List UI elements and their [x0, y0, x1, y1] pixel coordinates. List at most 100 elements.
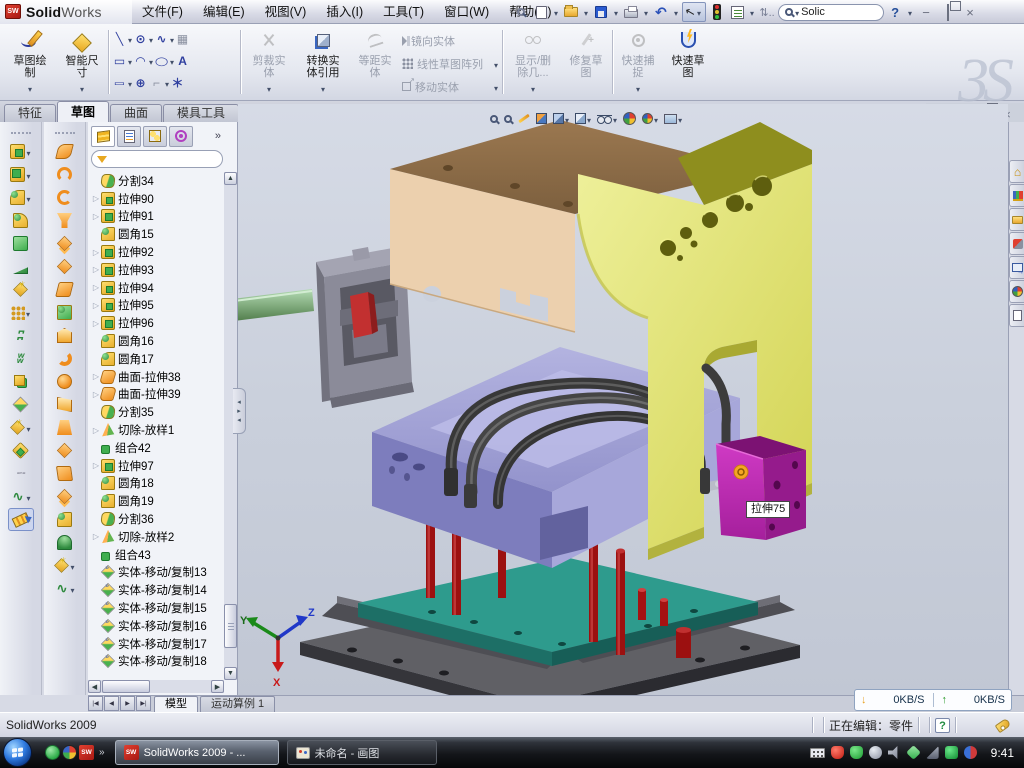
dropdown-caret-icon[interactable]: [165, 76, 169, 90]
options-button[interactable]: [728, 2, 746, 22]
tree-item[interactable]: 实体-移动/复制17: [88, 635, 224, 653]
smart-dimension-button[interactable]: 智能尺 寸: [58, 27, 106, 97]
help-button[interactable]: ?: [886, 2, 904, 22]
spline-tool-icon[interactable]: ∿: [154, 32, 169, 47]
panel-overflow-chevron-icon[interactable]: »: [215, 130, 221, 142]
magic-wand-button[interactable]: [518, 110, 530, 127]
quicklaunch-overflow-chevron-icon[interactable]: »: [99, 747, 105, 758]
tree-item[interactable]: 组合43: [88, 546, 224, 564]
move-copy-bodies-button[interactable]: [8, 393, 34, 416]
dropdown-caret-icon[interactable]: [149, 32, 153, 46]
tree-item[interactable]: 圆角18: [88, 475, 224, 493]
zoom-fit-button[interactable]: [490, 110, 498, 127]
search-gear-icon[interactable]: [869, 746, 882, 759]
dropdown-caret-icon[interactable]: [170, 54, 174, 68]
tree-item[interactable]: 实体-移动/复制13: [88, 564, 224, 582]
dome-button[interactable]: [52, 531, 78, 554]
tree-item[interactable]: 组合42: [88, 439, 224, 457]
tree-item[interactable]: ▷拉伸95: [88, 297, 224, 315]
trim-surface-button[interactable]: [52, 439, 78, 462]
tree-item[interactable]: ▷拉伸90: [88, 190, 224, 208]
model-tab[interactable]: 模型: [154, 696, 198, 712]
expand-arrow-icon[interactable]: ▷: [91, 194, 101, 203]
dropdown-caret-icon[interactable]: [906, 5, 914, 19]
chamfer-button[interactable]: [8, 255, 34, 278]
dropdown-caret-icon[interactable]: [748, 5, 756, 19]
expand-arrow-icon[interactable]: ▷: [91, 426, 101, 435]
edit-appearance-button[interactable]: [623, 110, 636, 127]
tree-item[interactable]: 实体-移动/复制14: [88, 581, 224, 599]
extruded-boss-button[interactable]: [8, 140, 34, 163]
replace-face-button[interactable]: [52, 416, 78, 439]
menu-edit[interactable]: 编辑(E): [193, 0, 255, 24]
tree-item[interactable]: 分割34: [88, 172, 224, 190]
tree-item[interactable]: 实体-移动/复制16: [88, 617, 224, 635]
prev-tab-button[interactable]: ◀: [104, 696, 119, 711]
arc-tool-icon[interactable]: ◠: [133, 54, 148, 69]
tab-features[interactable]: 特征: [4, 104, 56, 122]
tag-icon[interactable]: [995, 717, 1012, 732]
print-button[interactable]: [622, 2, 640, 22]
next-tab-button[interactable]: ▶: [120, 696, 135, 711]
spline-tools-button[interactable]: ∿: [52, 577, 78, 600]
expand-arrow-icon[interactable]: ▷: [91, 461, 101, 470]
tree-item[interactable]: 实体-移动/复制15: [88, 599, 224, 617]
view-settings-button[interactable]: [664, 110, 682, 127]
toolbar-grip[interactable]: [55, 132, 75, 136]
file-explorer-tab[interactable]: [1009, 208, 1024, 231]
scrollbar-thumb[interactable]: [102, 680, 150, 693]
expand-arrow-icon[interactable]: ▷: [91, 319, 101, 328]
linear-pattern-button[interactable]: [8, 301, 34, 324]
rapid-sketch-button[interactable]: 快速草 图: [664, 27, 712, 97]
quicklaunch-solidworks-icon[interactable]: SW: [78, 744, 95, 761]
extend-surface-button[interactable]: [52, 301, 78, 324]
swept-surface-button[interactable]: [52, 140, 78, 163]
circle-tool-icon[interactable]: ⊙: [133, 32, 148, 47]
ellipse-tool-icon[interactable]: ◯: [154, 56, 169, 67]
sketch-picture-icon[interactable]: ▦: [175, 32, 190, 47]
revolved-surface-button[interactable]: [52, 163, 78, 186]
text-tool-icon[interactable]: A: [175, 54, 190, 69]
tree-item[interactable]: ▷曲面-拉伸39: [88, 386, 224, 404]
network-speed-widget[interactable]: ↓ 0KB/S ↑ 0KB/S: [854, 689, 1012, 711]
untrim-surface-button[interactable]: [52, 370, 78, 393]
scroll-up-icon[interactable]: ▲: [224, 172, 237, 185]
network-warning-icon[interactable]: [926, 746, 939, 759]
dropdown-caret-icon[interactable]: [612, 5, 620, 19]
menu-tools[interactable]: 工具(T): [373, 0, 434, 24]
quicklaunch-messenger-icon[interactable]: [44, 744, 61, 761]
rebuild-button[interactable]: [708, 2, 726, 22]
hide-show-items-button[interactable]: [597, 110, 617, 127]
tree-item[interactable]: ▷拉伸97: [88, 457, 224, 475]
sketch-button[interactable]: 草图绘 制: [4, 27, 56, 97]
dropdown-caret-icon[interactable]: [28, 81, 32, 95]
dropdown-caret-icon[interactable]: [678, 112, 682, 126]
open-button[interactable]: [562, 2, 580, 22]
reference-point-button[interactable]: [8, 416, 34, 439]
toolbar-grip[interactable]: [11, 132, 31, 136]
quick-tips-help-icon[interactable]: ?: [935, 718, 950, 733]
scrollbar-thumb[interactable]: [224, 604, 237, 648]
split-body-button[interactable]: ʬ: [8, 347, 34, 370]
curve-tool-button[interactable]: ∿: [8, 485, 34, 508]
feature-filter-box[interactable]: [91, 150, 223, 168]
dropdown-caret-icon[interactable]: [642, 5, 650, 19]
menu-view[interactable]: 视图(V): [255, 0, 317, 24]
search-box[interactable]: Solic: [778, 4, 884, 21]
dropdown-caret-icon[interactable]: [128, 32, 132, 46]
tree-item[interactable]: 圆角16: [88, 332, 224, 350]
tree-item[interactable]: ▷切除-放样1: [88, 421, 224, 439]
property-manager-tab[interactable]: [117, 126, 141, 147]
taskbar-clock[interactable]: 9:41: [983, 746, 1022, 760]
freeform-button[interactable]: [52, 485, 78, 508]
select-tool-button[interactable]: ↖: [682, 2, 706, 22]
dropdown-caret-icon[interactable]: [170, 32, 174, 46]
dropdown-caret-icon[interactable]: [321, 81, 325, 95]
tree-item[interactable]: ▷拉伸93: [88, 261, 224, 279]
tree-item[interactable]: ▷拉伸92: [88, 243, 224, 261]
panel-splitter-handle[interactable]: ◂▸◂: [233, 388, 246, 434]
instant3d-toggle[interactable]: [8, 508, 34, 531]
fillet-button[interactable]: [8, 186, 34, 209]
dropdown-caret-icon[interactable]: [582, 5, 590, 19]
dropdown-caret-icon[interactable]: [565, 112, 569, 126]
